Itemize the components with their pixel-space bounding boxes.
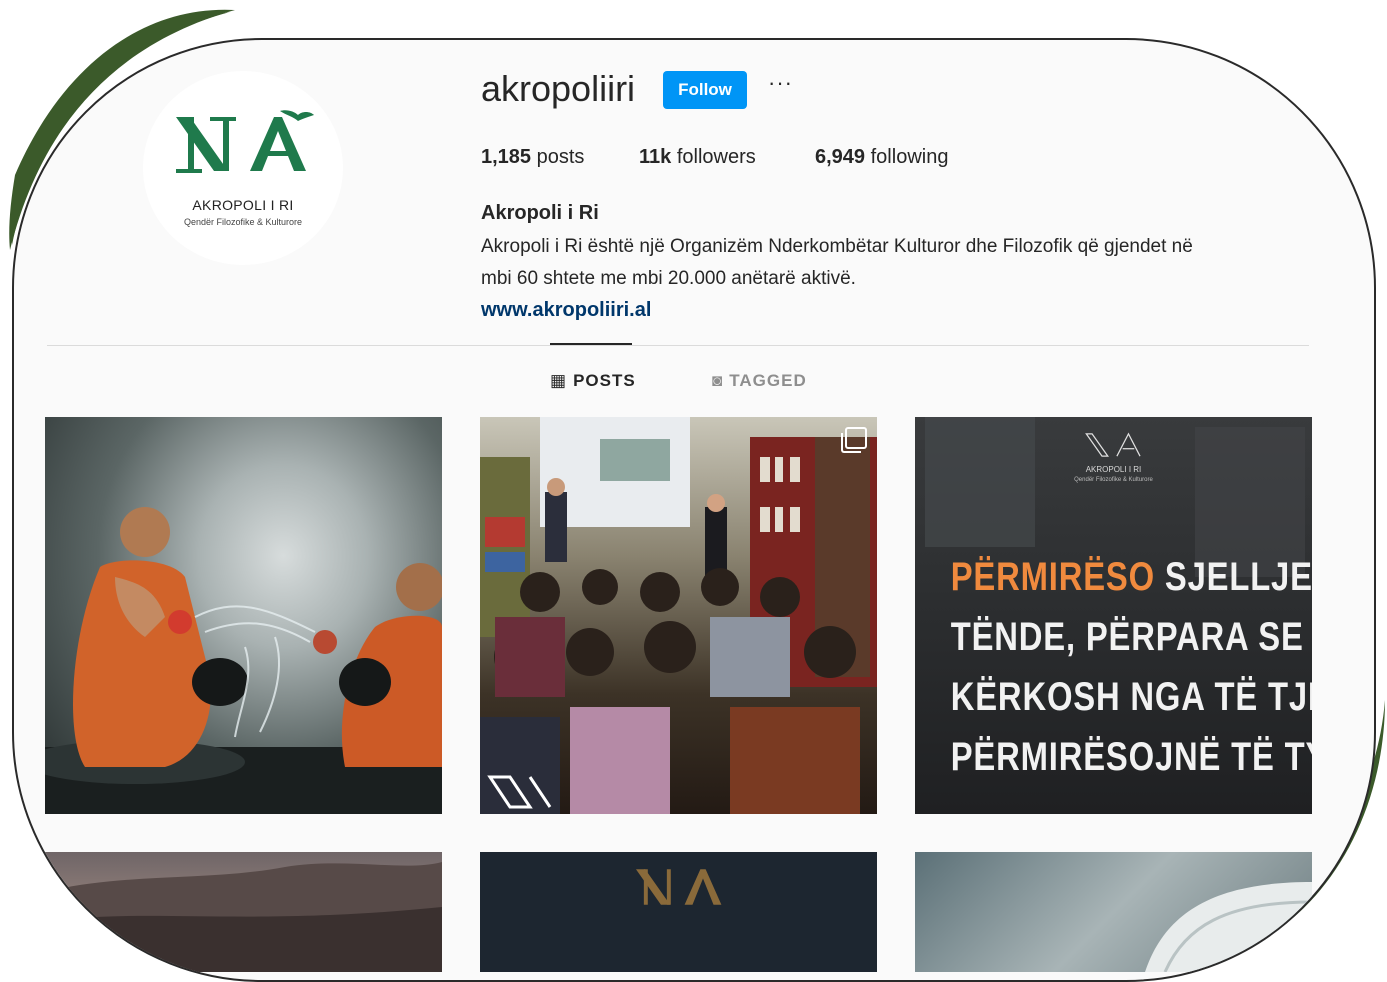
quote-brand-name: AKROPOLI I RI xyxy=(1085,465,1142,474)
stat-followers-value: 11k xyxy=(639,146,672,168)
lecture-photo-illustration xyxy=(480,417,877,814)
bio-text-line-2: mbi 60 shtete me mbi 20.000 anëtarë akti… xyxy=(481,268,856,289)
post-thumbnail-logo-dark[interactable] xyxy=(480,852,877,972)
monks-photo-illustration xyxy=(45,507,442,814)
post-thumbnail-landscape[interactable] xyxy=(45,852,442,972)
quote-line-2: TËNDE, PËRPARA SE TË xyxy=(950,615,1312,659)
quote-akropoli-logo-icon xyxy=(1085,432,1141,457)
bio-website-link[interactable]: www.akropoliiri.al xyxy=(481,299,651,322)
avatar-brand-name: AKROPOLI I RI xyxy=(192,197,294,213)
stat-posts-label: posts xyxy=(536,146,585,168)
tabs-divider xyxy=(47,345,1309,346)
follow-button[interactable]: Follow xyxy=(663,71,747,109)
quote-brand-subtitle: Qendër Filozofike & Kulturore xyxy=(1074,477,1153,483)
tab-tagged-label: TAGGED xyxy=(729,371,807,390)
profile-avatar[interactable]: AKROPOLI I RI Qendër Filozofike & Kultur… xyxy=(143,71,343,265)
tagged-icon: ◙ xyxy=(712,371,724,390)
quote-line-3: KËRKOSH NGA TË TJERËT TË xyxy=(950,675,1312,719)
more-options-icon[interactable]: ··· xyxy=(768,70,793,96)
post-thumbnail-lecture[interactable] xyxy=(480,417,877,814)
texture-photo-illustration xyxy=(1145,882,1312,972)
quote-line-1-rest: SJELLJEN xyxy=(1164,555,1312,599)
stat-following-label: following xyxy=(870,146,949,168)
akropoli-logo-icon xyxy=(176,110,314,173)
bio-text-line-1: Akropoli i Ri është një Organizëm Nderko… xyxy=(481,236,1193,257)
stat-following[interactable]: 6,949 following xyxy=(815,146,948,169)
stat-posts-value: 1,185 xyxy=(481,146,532,168)
grid-icon: ▦ xyxy=(550,371,568,390)
multiple-photos-icon xyxy=(841,427,867,453)
tab-posts[interactable]: ▦ POSTS xyxy=(550,371,636,391)
stat-followers[interactable]: 11k followers xyxy=(639,146,756,169)
stat-posts[interactable]: 1,185 posts xyxy=(481,146,584,169)
quote-accent-word: PËRMIRËSO xyxy=(950,555,1155,599)
quote-line-1: PËRMIRËSO SJELLJEN xyxy=(950,555,1312,600)
active-tab-indicator xyxy=(550,343,632,345)
bio-name: Akropoli i Ri xyxy=(481,202,599,224)
tab-tagged[interactable]: ◙ TAGGED xyxy=(712,371,807,391)
post-thumbnail-texture[interactable] xyxy=(915,852,1312,972)
post-thumbnail-quote[interactable]: AKROPOLI I RI Qendër Filozofike & Kultur… xyxy=(915,417,1312,814)
tab-posts-label: POSTS xyxy=(573,371,636,390)
stat-followers-label: followers xyxy=(676,146,756,168)
post-thumbnail-monks[interactable] xyxy=(45,417,442,814)
landscape-photo-illustration xyxy=(45,862,442,972)
profile-frame: AKROPOLI I RI Qendër Filozofike & Kultur… xyxy=(12,38,1376,982)
stat-following-value: 6,949 xyxy=(815,146,866,168)
dark-post-logo-icon xyxy=(635,869,722,905)
avatar-brand-subtitle: Qendër Filozofike & Kulturore xyxy=(183,217,303,227)
quote-line-4: PËRMIRËSOJNË TË TYREN. xyxy=(950,735,1312,779)
profile-username: akropoliiri xyxy=(481,68,636,109)
